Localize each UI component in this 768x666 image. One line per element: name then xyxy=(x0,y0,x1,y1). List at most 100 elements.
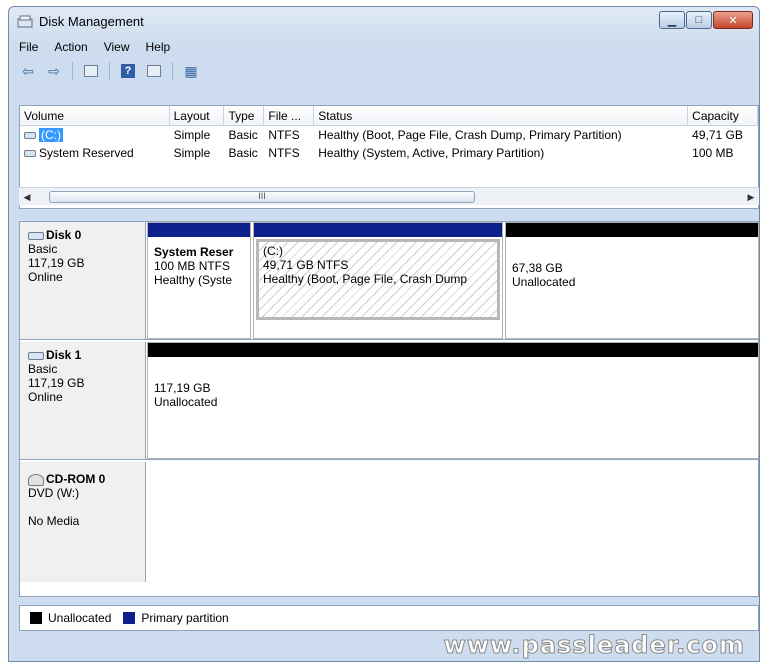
primary-partition-swatch xyxy=(123,612,136,624)
capacity-cell: 100 MB xyxy=(692,146,734,160)
partition-detail: 100 MB NTFS xyxy=(154,259,231,273)
title-bar[interactable]: Disk Management ▁ □ ✕ xyxy=(9,7,759,37)
layout-cell: Simple xyxy=(173,146,211,160)
partition-unallocated[interactable]: 117,19 GB Unallocated xyxy=(147,342,759,459)
horizontal-scrollbar[interactable]: ◀ III ▶ xyxy=(19,187,759,205)
toolbar: ⇦ ⇨ ? ▦ xyxy=(11,58,757,84)
disk-map: Disk 0 Basic 117,19 GB Online System Res… xyxy=(19,221,759,597)
partition-status: Healthy (Syste xyxy=(154,273,233,287)
status-cell: Healthy (Boot, Page File, Crash Dump, Pr… xyxy=(318,128,622,142)
column-type[interactable]: Type xyxy=(224,106,265,125)
layout-cell: Simple xyxy=(173,128,211,142)
volume-name: (C:) xyxy=(39,128,63,142)
forward-arrow-icon[interactable]: ⇨ xyxy=(43,61,65,81)
menu-file[interactable]: File xyxy=(11,40,46,54)
partition-body: 67,38 GB Unallocated xyxy=(506,237,758,295)
cd-rom-icon xyxy=(28,473,44,486)
disk-kind: Basic xyxy=(28,242,58,256)
partition-bar xyxy=(254,223,502,237)
partition-title: System Reser xyxy=(154,245,234,259)
menu-help[interactable]: Help xyxy=(138,40,179,54)
legend: Unallocated Primary partition xyxy=(19,605,759,631)
disk-kind: DVD (W:) xyxy=(28,486,80,500)
column-file-system[interactable]: File ... xyxy=(264,106,315,125)
close-button[interactable]: ✕ xyxy=(713,11,753,29)
disk-kind: Basic xyxy=(28,362,58,376)
scroll-left-icon[interactable]: ◀ xyxy=(21,190,33,204)
partition-bar xyxy=(506,223,758,237)
partition-unallocated[interactable]: 67,38 GB Unallocated xyxy=(505,222,759,339)
volume-cell: System Reserved xyxy=(20,146,170,160)
partition-body: 117,19 GB Unallocated xyxy=(148,357,758,415)
volume-cell: (C:) xyxy=(20,128,170,142)
column-status[interactable]: Status xyxy=(314,106,689,125)
disk-icon xyxy=(28,351,44,360)
help-icon[interactable]: ? xyxy=(117,61,139,81)
disk-name: Disk 0 xyxy=(46,228,82,242)
type-cell: Basic xyxy=(228,146,258,160)
disk-management-window: Disk Management ▁ □ ✕ File Action View H… xyxy=(8,6,760,662)
scroll-thumb[interactable]: III xyxy=(49,191,475,203)
partition-detail: 49,71 GB NTFS xyxy=(263,258,349,272)
legend-unallocated: Unallocated xyxy=(48,611,112,625)
partition-c[interactable]: (C:) 49,71 GB NTFS Healthy (Boot, Page F… xyxy=(253,222,503,339)
disk-name: Disk 1 xyxy=(46,348,82,362)
type-cell: Basic xyxy=(228,128,258,142)
properties-icon[interactable] xyxy=(143,61,165,81)
column-volume[interactable]: Volume xyxy=(20,106,170,125)
fs-cell: NTFS xyxy=(268,146,300,160)
disk-name: CD-ROM 0 xyxy=(46,472,106,486)
fs-cell: NTFS xyxy=(268,128,300,142)
partition-status: Unallocated xyxy=(154,395,218,409)
disk-size: 117,19 GB xyxy=(28,376,85,390)
partition-detail: 67,38 GB xyxy=(512,261,563,275)
show-hide-console-icon[interactable] xyxy=(80,61,102,81)
toolbar-separator xyxy=(72,62,73,80)
disk-1-row: Disk 1 Basic 117,19 GB Online 117,19 GB … xyxy=(20,342,759,460)
scroll-right-icon[interactable]: ▶ xyxy=(745,190,757,204)
volume-row[interactable]: System Reserved Simple Basic NTFS Health… xyxy=(20,144,758,162)
volume-icon xyxy=(24,150,36,158)
capacity-cell: 49,71 GB xyxy=(692,128,743,142)
partition-selection: (C:) 49,71 GB NTFS Healthy (Boot, Page F… xyxy=(256,239,500,320)
partition-body: (C:) 49,71 GB NTFS Healthy (Boot, Page F… xyxy=(259,242,497,288)
column-layout[interactable]: Layout xyxy=(170,106,225,125)
partition-title: (C:) xyxy=(263,244,283,258)
window-title: Disk Management xyxy=(39,14,144,29)
toolbar-separator xyxy=(172,62,173,80)
disk-0-label[interactable]: Disk 0 Basic 117,19 GB Online xyxy=(20,222,146,339)
status-cell: Healthy (System, Active, Primary Partiti… xyxy=(318,146,545,160)
menu-view[interactable]: View xyxy=(96,40,138,54)
volume-icon xyxy=(24,132,36,140)
disk-management-icon xyxy=(17,15,33,28)
menu-bar: File Action View Help xyxy=(11,37,757,57)
cdrom-0-row: CD-ROM 0 DVD (W:) No Media xyxy=(20,462,759,598)
minimize-button[interactable]: ▁ xyxy=(659,11,685,29)
disk-state: Online xyxy=(28,270,63,284)
menu-action[interactable]: Action xyxy=(46,40,95,54)
partition-bar xyxy=(148,223,250,237)
partition-status: Unallocated xyxy=(512,275,576,289)
disk-state: No Media xyxy=(28,514,80,528)
volume-row[interactable]: (C:) Simple Basic NTFS Healthy (Boot, Pa… xyxy=(20,126,758,144)
column-capacity[interactable]: Capacity xyxy=(688,106,758,125)
partition-detail: 117,19 GB xyxy=(154,381,211,395)
toolbar-separator xyxy=(109,62,110,80)
settings-icon[interactable]: ▦ xyxy=(180,61,202,81)
watermark: www.passleader.com xyxy=(443,631,745,660)
back-arrow-icon[interactable]: ⇦ xyxy=(17,61,39,81)
partition-status: Healthy (Boot, Page File, Crash Dump xyxy=(263,272,468,286)
volume-list-header: Volume Layout Type File ... Status Capac… xyxy=(20,106,758,126)
partition-body: System Reser 100 MB NTFS Healthy (Syste xyxy=(148,237,250,293)
volume-name: System Reserved xyxy=(39,146,134,160)
disk-0-row: Disk 0 Basic 117,19 GB Online System Res… xyxy=(20,222,759,340)
cdrom-0-label[interactable]: CD-ROM 0 DVD (W:) No Media xyxy=(20,462,146,582)
unallocated-swatch xyxy=(30,612,42,624)
partition-system-reserved[interactable]: System Reser 100 MB NTFS Healthy (Syste xyxy=(147,222,251,339)
maximize-button[interactable]: □ xyxy=(686,11,712,29)
disk-icon xyxy=(28,231,44,240)
caption-buttons: ▁ □ ✕ xyxy=(658,11,753,29)
legend-primary: Primary partition xyxy=(141,611,229,625)
disk-state: Online xyxy=(28,390,63,404)
disk-1-label[interactable]: Disk 1 Basic 117,19 GB Online xyxy=(20,342,146,459)
